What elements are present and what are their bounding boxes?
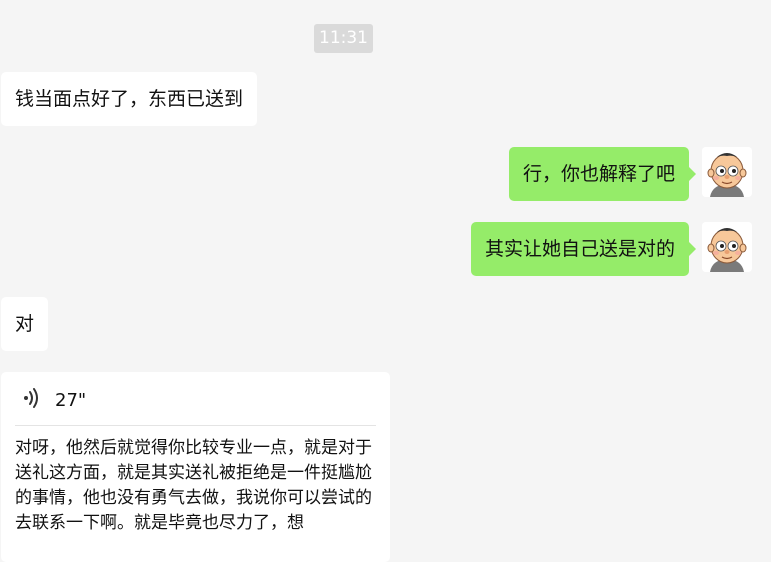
divider <box>15 425 376 426</box>
outgoing-message-bubble[interactable]: 行，你也解释了吧 <box>508 147 697 201</box>
message-text: 对 <box>15 313 35 335</box>
outgoing-message-bubble[interactable]: 其实让她自己送是对的 <box>470 222 697 276</box>
incoming-message-bubble[interactable]: 对 <box>1 297 49 351</box>
message-text: 其实让她自己送是对的 <box>484 238 675 260</box>
user-avatar[interactable] <box>702 222 752 272</box>
user-avatar[interactable] <box>702 147 752 197</box>
voice-duration: 27" <box>55 389 87 411</box>
message-text: 钱当面点好了，东西已送到 <box>15 88 244 110</box>
cartoon-face-icon <box>702 222 752 272</box>
message-text: 行，你也解释了吧 <box>522 163 675 185</box>
message-timestamp: 11:31 <box>314 24 373 53</box>
voice-message-card[interactable]: 27" 对呀，他然后就觉得你比较专业一点，就是对于送礼这方面，就是其实送礼被拒绝… <box>1 372 390 562</box>
voice-transcript-text: 对呀，他然后就觉得你比较专业一点，就是对于送礼这方面，就是其实送礼被拒绝是一件挺… <box>15 438 372 533</box>
voice-playback-row[interactable]: 27" <box>23 386 86 414</box>
cartoon-face-icon <box>702 147 752 197</box>
voice-wave-icon <box>23 387 41 413</box>
incoming-message-bubble[interactable]: 钱当面点好了，东西已送到 <box>1 72 258 126</box>
